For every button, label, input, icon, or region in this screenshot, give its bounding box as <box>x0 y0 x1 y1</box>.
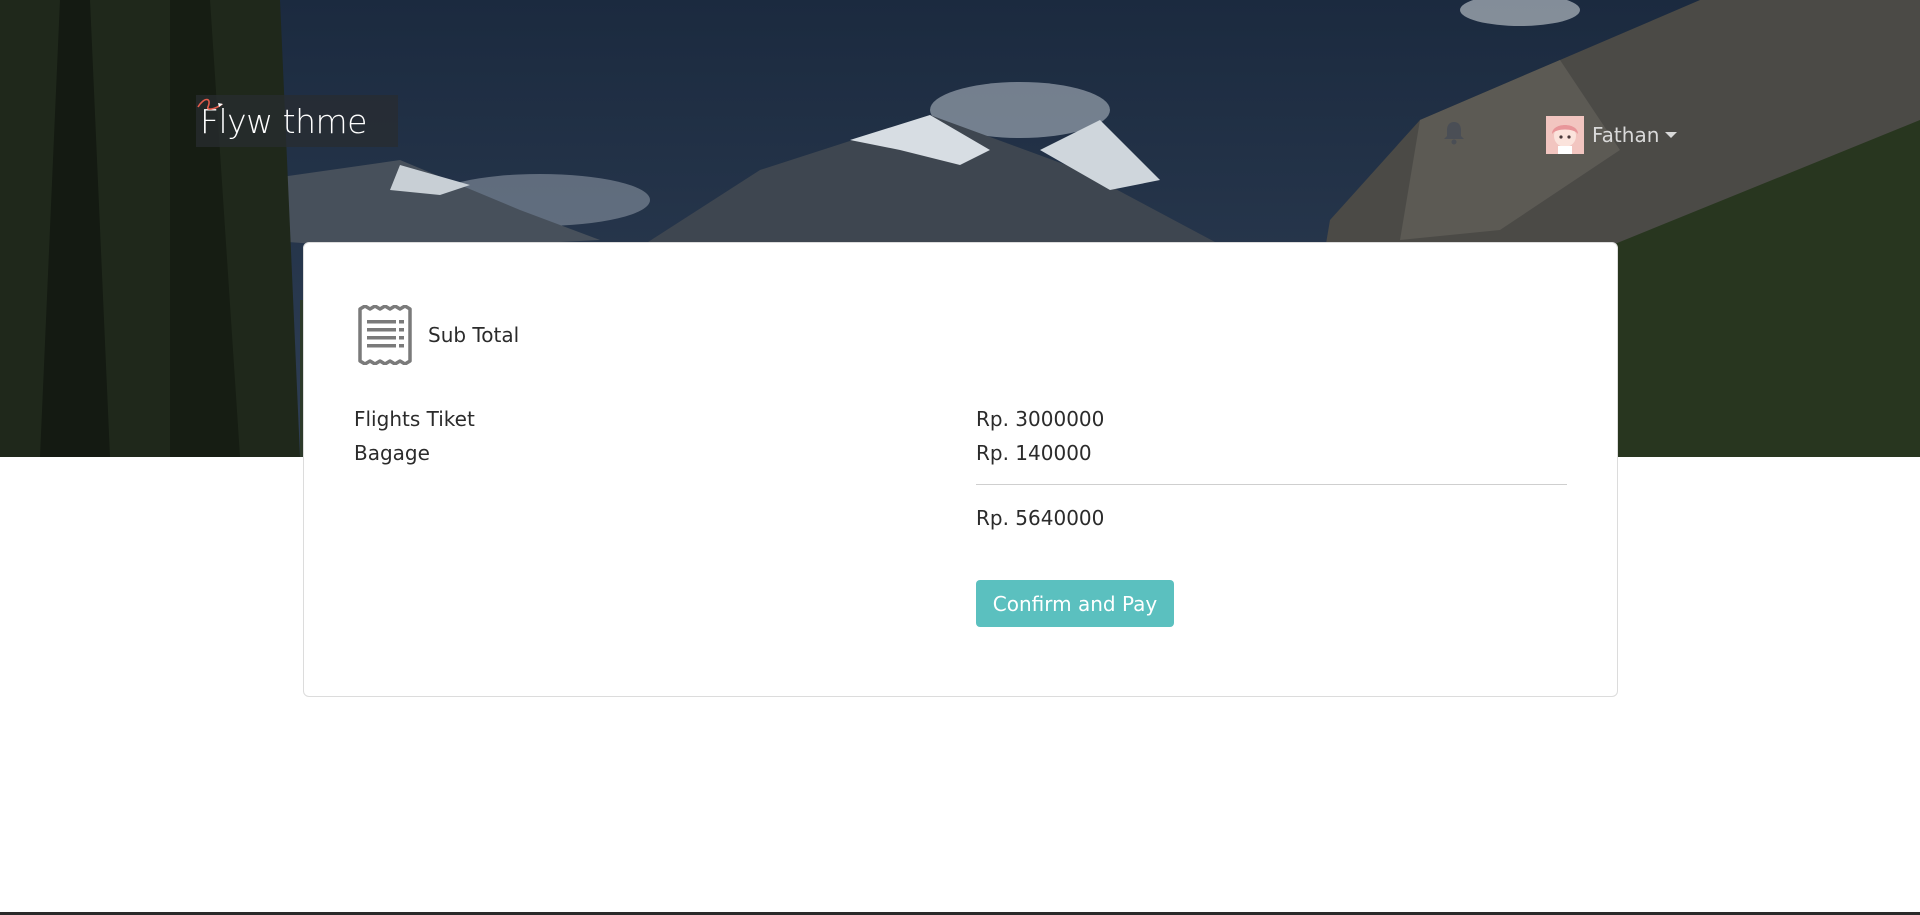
avatar-icon <box>1546 116 1584 154</box>
total-divider <box>976 484 1567 485</box>
item-label-flights: Flights Tiket <box>354 407 475 431</box>
user-menu[interactable]: Fathan <box>1546 116 1678 154</box>
confirm-and-pay-button[interactable]: Confirm and Pay <box>976 580 1174 627</box>
item-value-flights: Rp. 3000000 <box>976 407 1105 431</box>
total-value: Rp. 5640000 <box>976 506 1105 530</box>
plane-swoosh-icon <box>197 98 223 110</box>
receipt-icon <box>358 305 412 365</box>
logo[interactable]: Flyw thme <box>196 95 398 147</box>
payment-summary-card: Sub Total Flights Tiket Rp. 3000000 Baga… <box>303 242 1618 697</box>
subtotal-title: Sub Total <box>428 323 520 347</box>
logo-text: Flyw thme <box>200 101 367 141</box>
chevron-down-icon <box>1665 132 1678 138</box>
user-name: Fathan <box>1592 123 1660 147</box>
item-label-bagage: Bagage <box>354 441 430 465</box>
subtotal-header: Sub Total <box>356 305 519 365</box>
item-value-bagage: Rp. 140000 <box>976 441 1092 465</box>
bell-icon <box>1444 122 1464 145</box>
